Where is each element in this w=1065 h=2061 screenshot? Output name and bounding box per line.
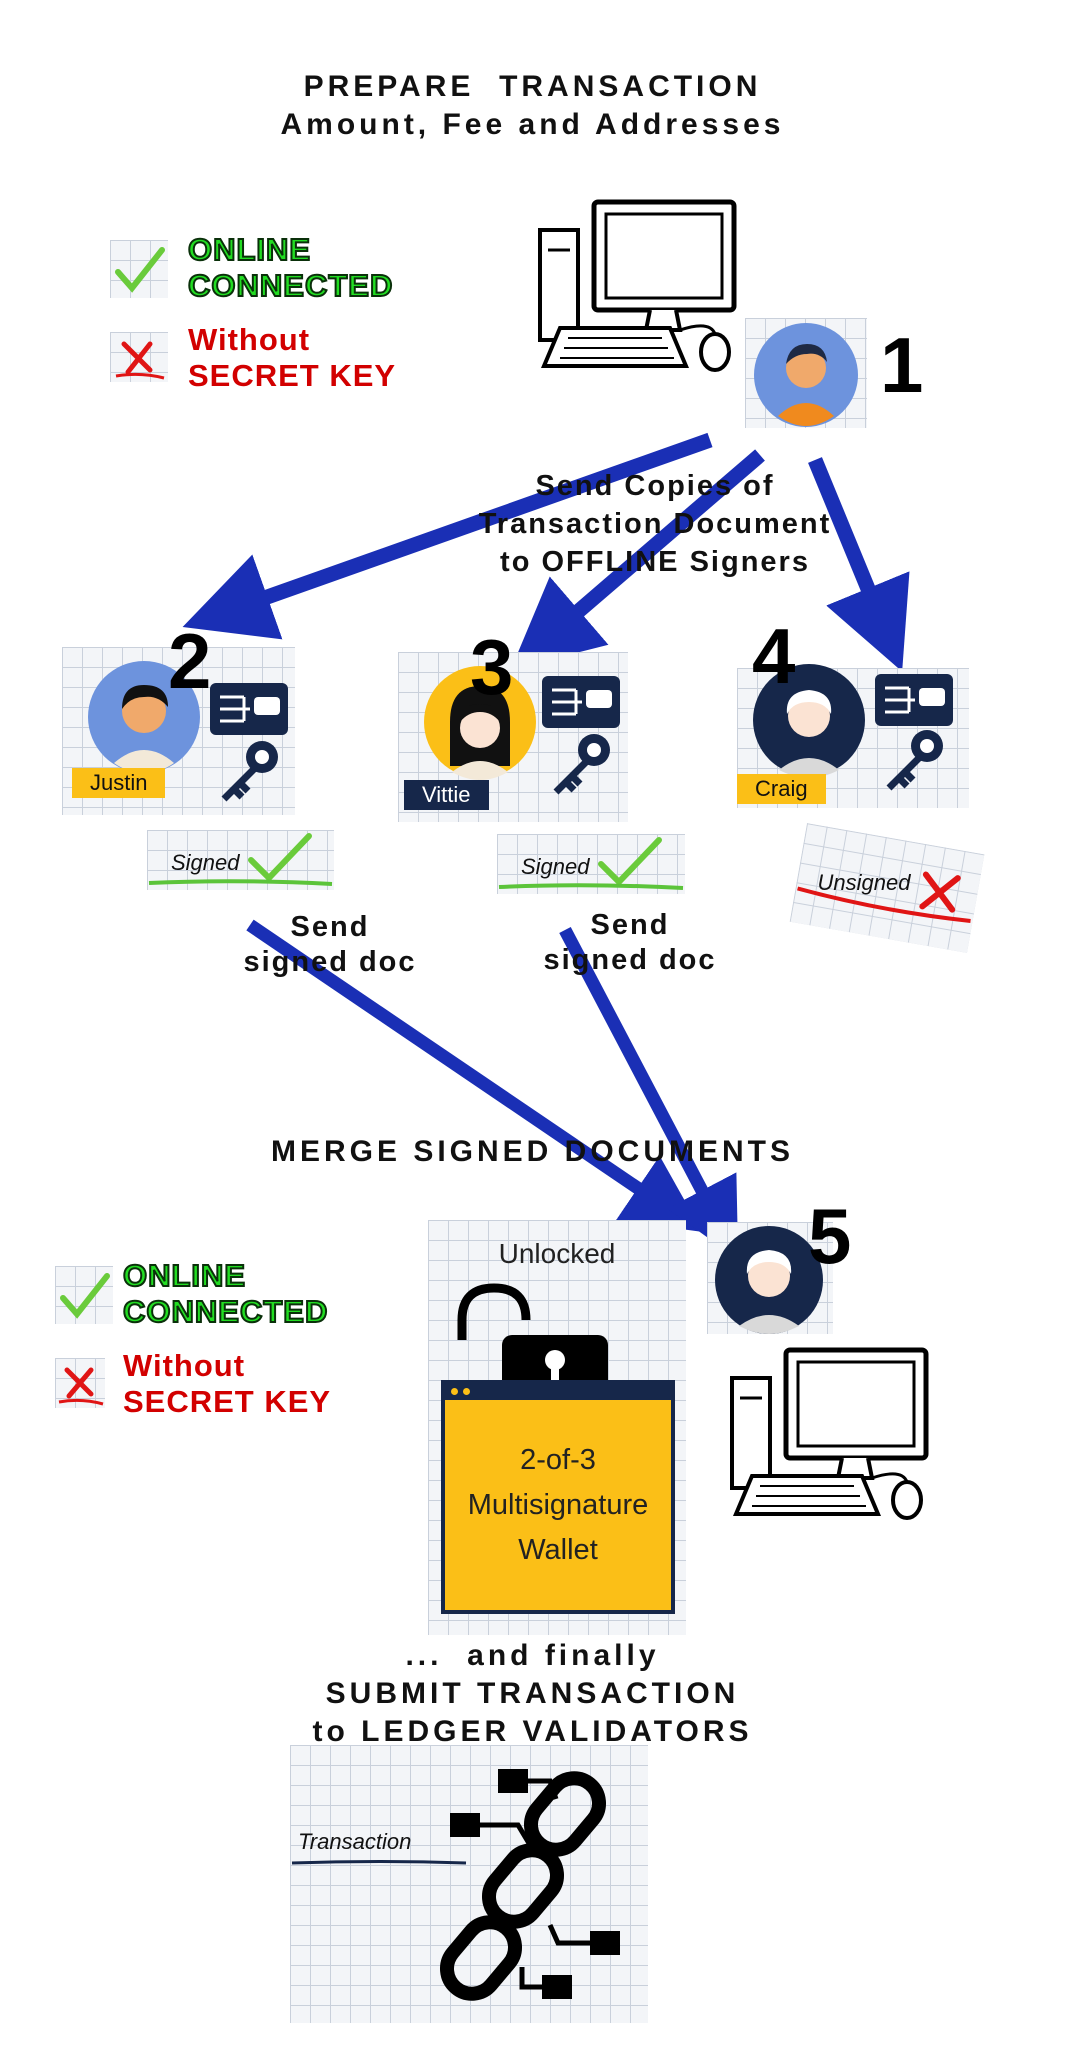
signed-label: Signed	[521, 854, 590, 879]
avatar	[754, 323, 858, 427]
signer-name-tag: Justin	[72, 768, 166, 798]
step-number-3: 3	[470, 623, 514, 711]
header: PREPARE TRANSACTION Amount, Fee and Addr…	[0, 68, 1065, 144]
blockchain-link-icon	[440, 1769, 620, 2001]
hardware-key-icon	[875, 674, 953, 791]
signer-name-tag: Vittie	[404, 780, 489, 810]
signed-card-justin: Signed	[147, 830, 334, 890]
send-copies-label: Send Copies of Transaction Document to O…	[478, 470, 832, 578]
hardware-key-icon	[210, 683, 288, 802]
blockchain-panel: Transaction	[290, 1745, 648, 2023]
transaction-label: Transaction	[298, 1829, 412, 1854]
without-key-label: Without SECRET KEY	[188, 322, 397, 393]
step-number-5: 5	[808, 1192, 852, 1280]
no-key-x-icon	[55, 1358, 105, 1408]
signed-label: Signed	[171, 850, 240, 875]
final-heading: ... and finally SUBMIT TRANSACTION to LE…	[312, 1639, 753, 1748]
wallet-title-bar	[445, 1384, 671, 1400]
online-label: ONLINE CONNECTED	[187, 231, 394, 304]
header-title: PREPARE TRANSACTION	[303, 70, 762, 103]
wallet-description: 2-of-3 Multisignature Wallet	[467, 1444, 649, 1566]
signed-card-vittie: Signed	[497, 834, 685, 894]
signature-underline	[498, 883, 684, 890]
without-key-label: Without SECRET KEY	[123, 1348, 332, 1419]
computer-icon	[730, 1347, 929, 1520]
step-number-4: 4	[752, 612, 796, 700]
online-label: ONLINE CONNECTED	[122, 1257, 329, 1330]
send-signed-label-1: Send signed doc	[243, 911, 417, 978]
online-check-icon	[110, 240, 168, 298]
unlocked-label: Unlocked	[498, 1238, 616, 1269]
merge-title: MERGE SIGNED DOCUMENTS	[270, 1135, 795, 1168]
step-number-2: 2	[168, 617, 212, 705]
multisig-wallet-box: 2-of-3 Multisignature Wallet	[441, 1380, 675, 1614]
hardware-key-icon	[542, 676, 620, 795]
step-number-1: 1	[880, 321, 924, 409]
send-signed-label-2: Send signed doc	[543, 909, 717, 976]
signer-name-tag: Craig	[737, 774, 826, 804]
sender-avatar-card	[745, 318, 867, 428]
signature-underline	[148, 879, 333, 886]
computer-icon	[538, 199, 737, 372]
online-check-icon	[55, 1266, 113, 1324]
no-key-x-icon	[110, 332, 168, 382]
wallet-panel: Unlocked 2-of-3 Multisignature Wallet	[428, 1220, 686, 1635]
header-subtitle: Amount, Fee and Addresses	[280, 108, 785, 141]
